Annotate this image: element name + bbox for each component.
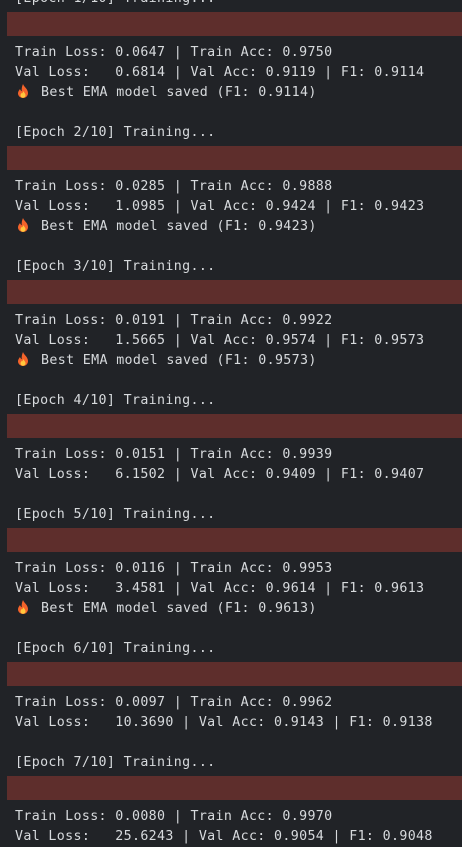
progress-bar-track	[0, 9, 462, 43]
train-metrics-line: Train Loss: 0.0080 | Train Acc: 0.9970	[15, 809, 333, 824]
model-saved-text: Best EMA model saved (F1: 0.9114)	[41, 85, 317, 100]
train-metrics-line: Train Loss: 0.0116 | Train Acc: 0.9953	[15, 561, 333, 576]
model-saved-line: Best EMA model saved (F1: 0.9423)	[0, 217, 462, 237]
fire-icon	[18, 84, 28, 98]
epoch-header: [Epoch 3/10] Training...	[15, 259, 216, 274]
val-metrics-line: Val Loss: 25.6243 | Val Acc: 0.9054 | F1…	[15, 829, 433, 844]
model-saved-line: Best EMA model saved (F1: 0.9114)	[0, 83, 462, 103]
epoch-header: [Epoch 5/10] Training...	[15, 507, 216, 522]
epoch-header: [Epoch 1/10] Training...	[0, 0, 462, 9]
progress-bar	[7, 776, 462, 800]
epoch-header: [Epoch 4/10] Training...	[15, 393, 216, 408]
val-metrics-line: Val Loss: 1.0985 | Val Acc: 0.9424 | F1:…	[15, 199, 425, 214]
progress-bar-track	[0, 411, 462, 445]
model-saved-line: Best EMA model saved (F1: 0.9613)	[0, 599, 462, 619]
model-saved-text: Best EMA model saved (F1: 0.9613)	[41, 601, 317, 616]
model-saved-line: Best EMA model saved (F1: 0.9573)	[0, 351, 462, 371]
epoch-header: [Epoch 7/10] Training...	[15, 755, 216, 770]
model-saved-text: Best EMA model saved (F1: 0.9423)	[41, 219, 317, 234]
train-metrics-line: Train Loss: 0.0647 | Train Acc: 0.9750	[15, 45, 333, 60]
val-metrics-line: Val Loss: 6.1502 | Val Acc: 0.9409 | F1:…	[15, 467, 425, 482]
epoch-header: [Epoch 6/10] Training...	[15, 641, 216, 656]
training-log-output: [Epoch 1/10] Training... Train Loss: 0.0…	[0, 0, 462, 847]
progress-bar-track	[0, 773, 462, 807]
progress-bar	[7, 414, 462, 438]
epoch-header: [Epoch 2/10] Training...	[15, 125, 216, 140]
progress-bar	[7, 280, 462, 304]
progress-bar	[7, 662, 462, 686]
val-metrics-line: Val Loss: 1.5665 | Val Acc: 0.9574 | F1:…	[15, 333, 425, 348]
fire-icon	[18, 218, 28, 232]
train-metrics-line: Train Loss: 0.0191 | Train Acc: 0.9922	[15, 313, 333, 328]
progress-bar	[7, 146, 462, 170]
progress-bar	[7, 12, 462, 36]
progress-bar	[7, 528, 462, 552]
train-metrics-line: Train Loss: 0.0151 | Train Acc: 0.9939	[15, 447, 333, 462]
progress-bar-track	[0, 143, 462, 177]
train-metrics-line: Train Loss: 0.0285 | Train Acc: 0.9888	[15, 179, 333, 194]
val-metrics-line: Val Loss: 10.3690 | Val Acc: 0.9143 | F1…	[15, 715, 433, 730]
fire-icon	[18, 352, 28, 366]
train-metrics-line: Train Loss: 0.0097 | Train Acc: 0.9962	[15, 695, 333, 710]
val-metrics-line: Val Loss: 3.4581 | Val Acc: 0.9614 | F1:…	[15, 581, 425, 596]
model-saved-text: Best EMA model saved (F1: 0.9573)	[41, 353, 317, 368]
progress-bar-track	[0, 277, 462, 311]
progress-bar-track	[0, 525, 462, 559]
val-metrics-line: Val Loss: 0.6814 | Val Acc: 0.9119 | F1:…	[15, 65, 425, 80]
progress-bar-track	[0, 659, 462, 693]
fire-icon	[18, 600, 28, 614]
